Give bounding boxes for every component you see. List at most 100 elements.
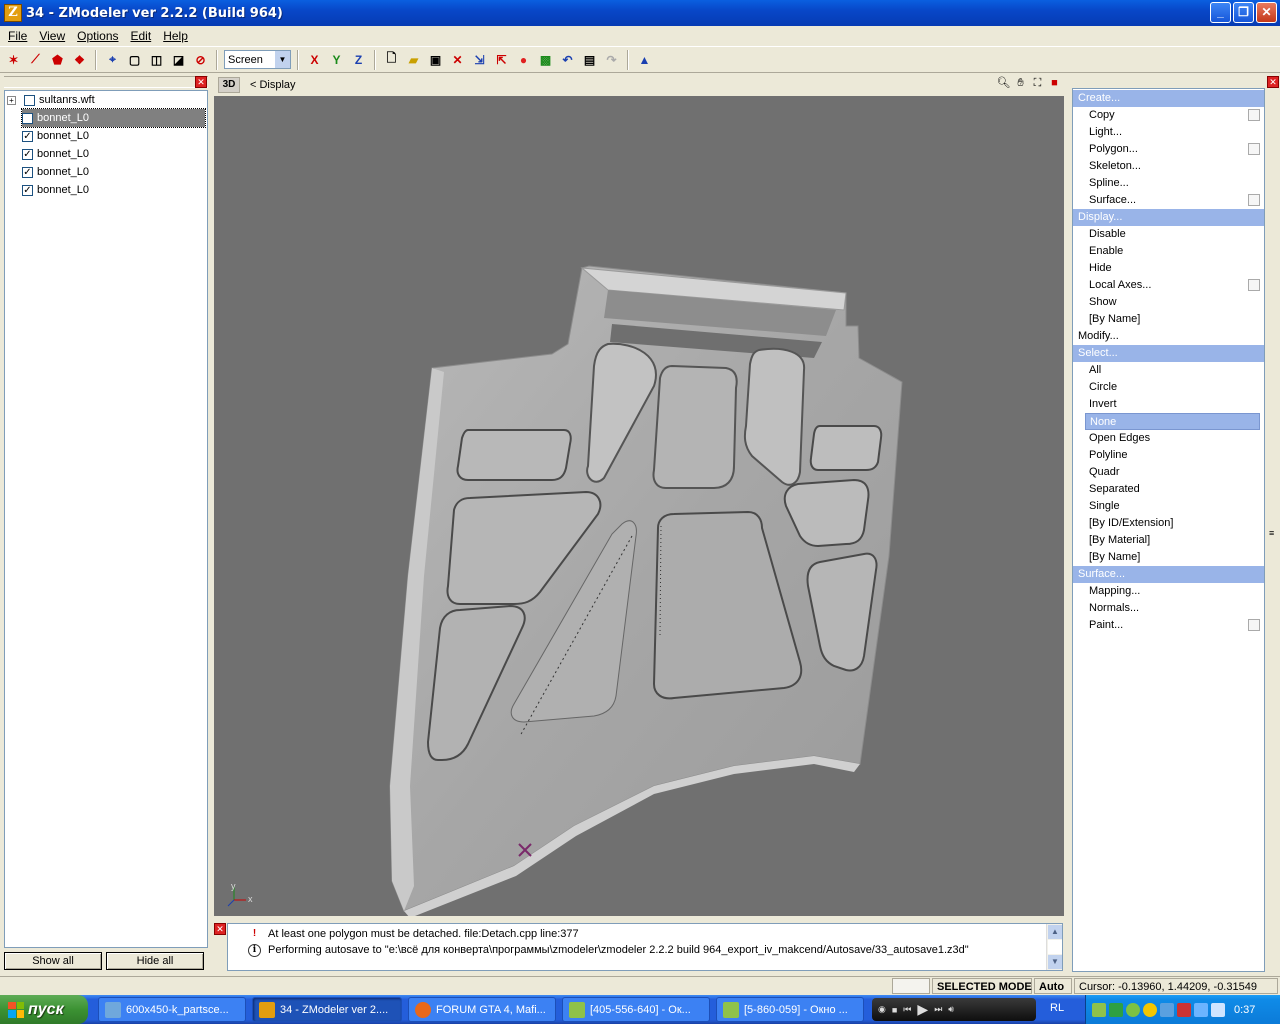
log-scrollbar[interactable]: ▲ ▼ <box>1046 924 1062 970</box>
tree-root[interactable]: + sultanrs.wft <box>7 91 95 109</box>
scroll-up-icon[interactable]: ▲ <box>1048 925 1062 939</box>
tree-item[interactable]: bonnet_L0 <box>21 108 206 128</box>
select-edge-icon[interactable]: ⟋ <box>26 50 45 69</box>
cube-solid-icon[interactable]: ◫ <box>147 50 166 69</box>
zmodeler-app-icon[interactable]: Z <box>4 4 22 22</box>
notes-icon[interactable]: ▤ <box>580 50 599 69</box>
command-category[interactable]: Create... <box>1073 90 1264 107</box>
save-icon[interactable]: ▣ <box>426 50 445 69</box>
command-item[interactable]: Open Edges <box>1073 430 1264 447</box>
taskbar-button[interactable]: FORUM GTA 4, Mafi... <box>408 997 556 1022</box>
viewport-title[interactable]: < Display <box>250 79 296 91</box>
tree-item[interactable]: ✓ bonnet_L0 <box>22 181 89 199</box>
close-button[interactable]: ✕ <box>1256 2 1277 23</box>
undo-icon[interactable]: ↶ <box>558 50 577 69</box>
visibility-checkbox[interactable] <box>22 112 33 124</box>
options-box-icon[interactable] <box>1248 194 1260 206</box>
scroll-down-icon[interactable]: ▼ <box>1048 955 1062 969</box>
maximize-button[interactable]: ❐ <box>1233 2 1254 23</box>
visibility-checkbox[interactable]: ✓ <box>22 184 33 196</box>
menu-edit[interactable]: Edit <box>125 29 158 43</box>
command-item[interactable]: Enable <box>1073 243 1264 260</box>
command-item[interactable]: All <box>1073 362 1264 379</box>
volume-icon[interactable]: 🔊︎ <box>948 1004 954 1015</box>
menu-view[interactable]: View <box>33 29 71 43</box>
start-button[interactable]: пуск <box>0 995 88 1024</box>
command-scrollbar[interactable]: ≡ <box>1268 88 1280 972</box>
visibility-checkbox[interactable] <box>24 94 35 106</box>
command-item[interactable]: None <box>1085 413 1260 430</box>
command-item[interactable]: Skeleton... <box>1073 158 1264 175</box>
options-box-icon[interactable] <box>1248 619 1260 631</box>
close-panel-icon[interactable]: ✕ <box>195 76 207 88</box>
tree-item[interactable]: ✓ bonnet_L0 <box>22 163 89 181</box>
media-logo-icon[interactable]: ◉ <box>878 1004 886 1015</box>
visibility-checkbox[interactable]: ✓ <box>22 166 33 178</box>
next-icon[interactable]: ⏭ <box>934 1004 942 1015</box>
play-icon[interactable]: ▶ <box>917 1001 928 1018</box>
expand-icon[interactable]: + <box>7 95 16 105</box>
pan-hand-icon[interactable]: ✋︎ <box>1013 76 1028 91</box>
tray-monitor-icon[interactable] <box>1160 1002 1174 1017</box>
show-all-button[interactable]: Show all <box>4 952 102 970</box>
command-category[interactable]: Modify... <box>1073 328 1264 345</box>
tree-item[interactable]: ✓ bonnet_L0 <box>22 127 89 145</box>
open-folder-icon[interactable]: ▰ <box>404 50 423 69</box>
command-item[interactable]: [By Name] <box>1073 311 1264 328</box>
taskbar-button[interactable]: 34 - ZModeler ver 2.... <box>252 997 402 1022</box>
command-item[interactable]: Paint... <box>1073 617 1264 634</box>
clock[interactable]: 0:37 <box>1234 1004 1255 1016</box>
status-auto[interactable]: Auto <box>1034 978 1072 994</box>
command-item[interactable]: Polygon... <box>1073 141 1264 158</box>
zoom-icon[interactable]: 🔍︎ <box>996 76 1011 91</box>
command-item[interactable]: Normals... <box>1073 600 1264 617</box>
import-icon[interactable]: ⇲ <box>470 50 489 69</box>
select-polygon-icon[interactable]: ⬟ <box>48 50 67 69</box>
taskbar-button[interactable]: [5-860-059] - Окно ... <box>716 997 864 1022</box>
command-item[interactable]: Quadr <box>1073 464 1264 481</box>
close-viewport-icon[interactable]: ■ <box>1047 76 1062 91</box>
redo-icon[interactable]: ↷ <box>602 50 621 69</box>
view-mode-select[interactable]: Screen ▼ <box>224 50 291 69</box>
command-item[interactable]: [By Material] <box>1073 532 1264 549</box>
axis-x-button[interactable]: X <box>305 50 324 69</box>
tray-network-icon[interactable] <box>1194 1002 1208 1017</box>
viewport-mode-button[interactable]: 3D <box>218 76 240 93</box>
command-item[interactable]: Spline... <box>1073 175 1264 192</box>
hide-all-button[interactable]: Hide all <box>106 952 204 970</box>
cube-no-icon[interactable]: ⊘ <box>191 50 210 69</box>
select-object-icon[interactable]: ❖ <box>70 50 89 69</box>
command-item[interactable]: Single <box>1073 498 1264 515</box>
command-item[interactable]: Hide <box>1073 260 1264 277</box>
tray-flower-icon[interactable] <box>1126 1002 1140 1017</box>
command-item[interactable]: Surface... <box>1073 192 1264 209</box>
export-icon[interactable]: ⇱ <box>492 50 511 69</box>
select-vertex-icon[interactable]: ✶ <box>4 50 23 69</box>
fit-view-icon[interactable]: ⛶ <box>1030 76 1045 91</box>
command-item[interactable]: [By Name] <box>1073 549 1264 566</box>
command-category[interactable]: Surface... <box>1073 566 1264 583</box>
new-file-icon[interactable]: 🗋 <box>382 50 401 69</box>
tray-flower-icon[interactable] <box>1143 1002 1157 1017</box>
command-item[interactable]: [By ID/Extension] <box>1073 515 1264 532</box>
command-item[interactable]: Mapping... <box>1073 583 1264 600</box>
menu-help[interactable]: Help <box>157 29 194 43</box>
tray-chat-icon[interactable] <box>1092 1002 1106 1017</box>
command-item[interactable]: Light... <box>1073 124 1264 141</box>
tree-item[interactable]: ✓ bonnet_L0 <box>22 145 89 163</box>
axis-z-button[interactable]: Z <box>349 50 368 69</box>
taskbar-button[interactable]: 600x450-k_partsce... <box>98 997 246 1022</box>
menu-options[interactable]: Options <box>71 29 124 43</box>
scroll-track[interactable] <box>1048 940 1062 954</box>
taskbar-button[interactable]: [405-556-640] - Ок... <box>562 997 710 1022</box>
previous-icon[interactable]: ⏮ <box>903 1004 911 1015</box>
command-item[interactable]: Invert <box>1073 396 1264 413</box>
close-log-icon[interactable]: ✕ <box>214 923 226 935</box>
command-item[interactable]: Local Axes... <box>1073 277 1264 294</box>
command-item[interactable]: Copy <box>1073 107 1264 124</box>
tray-speaker-icon[interactable] <box>1211 1002 1225 1017</box>
tools-icon[interactable]: ▲ <box>635 50 654 69</box>
image-icon[interactable]: ▩ <box>536 50 555 69</box>
command-item[interactable]: Polyline <box>1073 447 1264 464</box>
delete-icon[interactable]: ✕ <box>448 50 467 69</box>
